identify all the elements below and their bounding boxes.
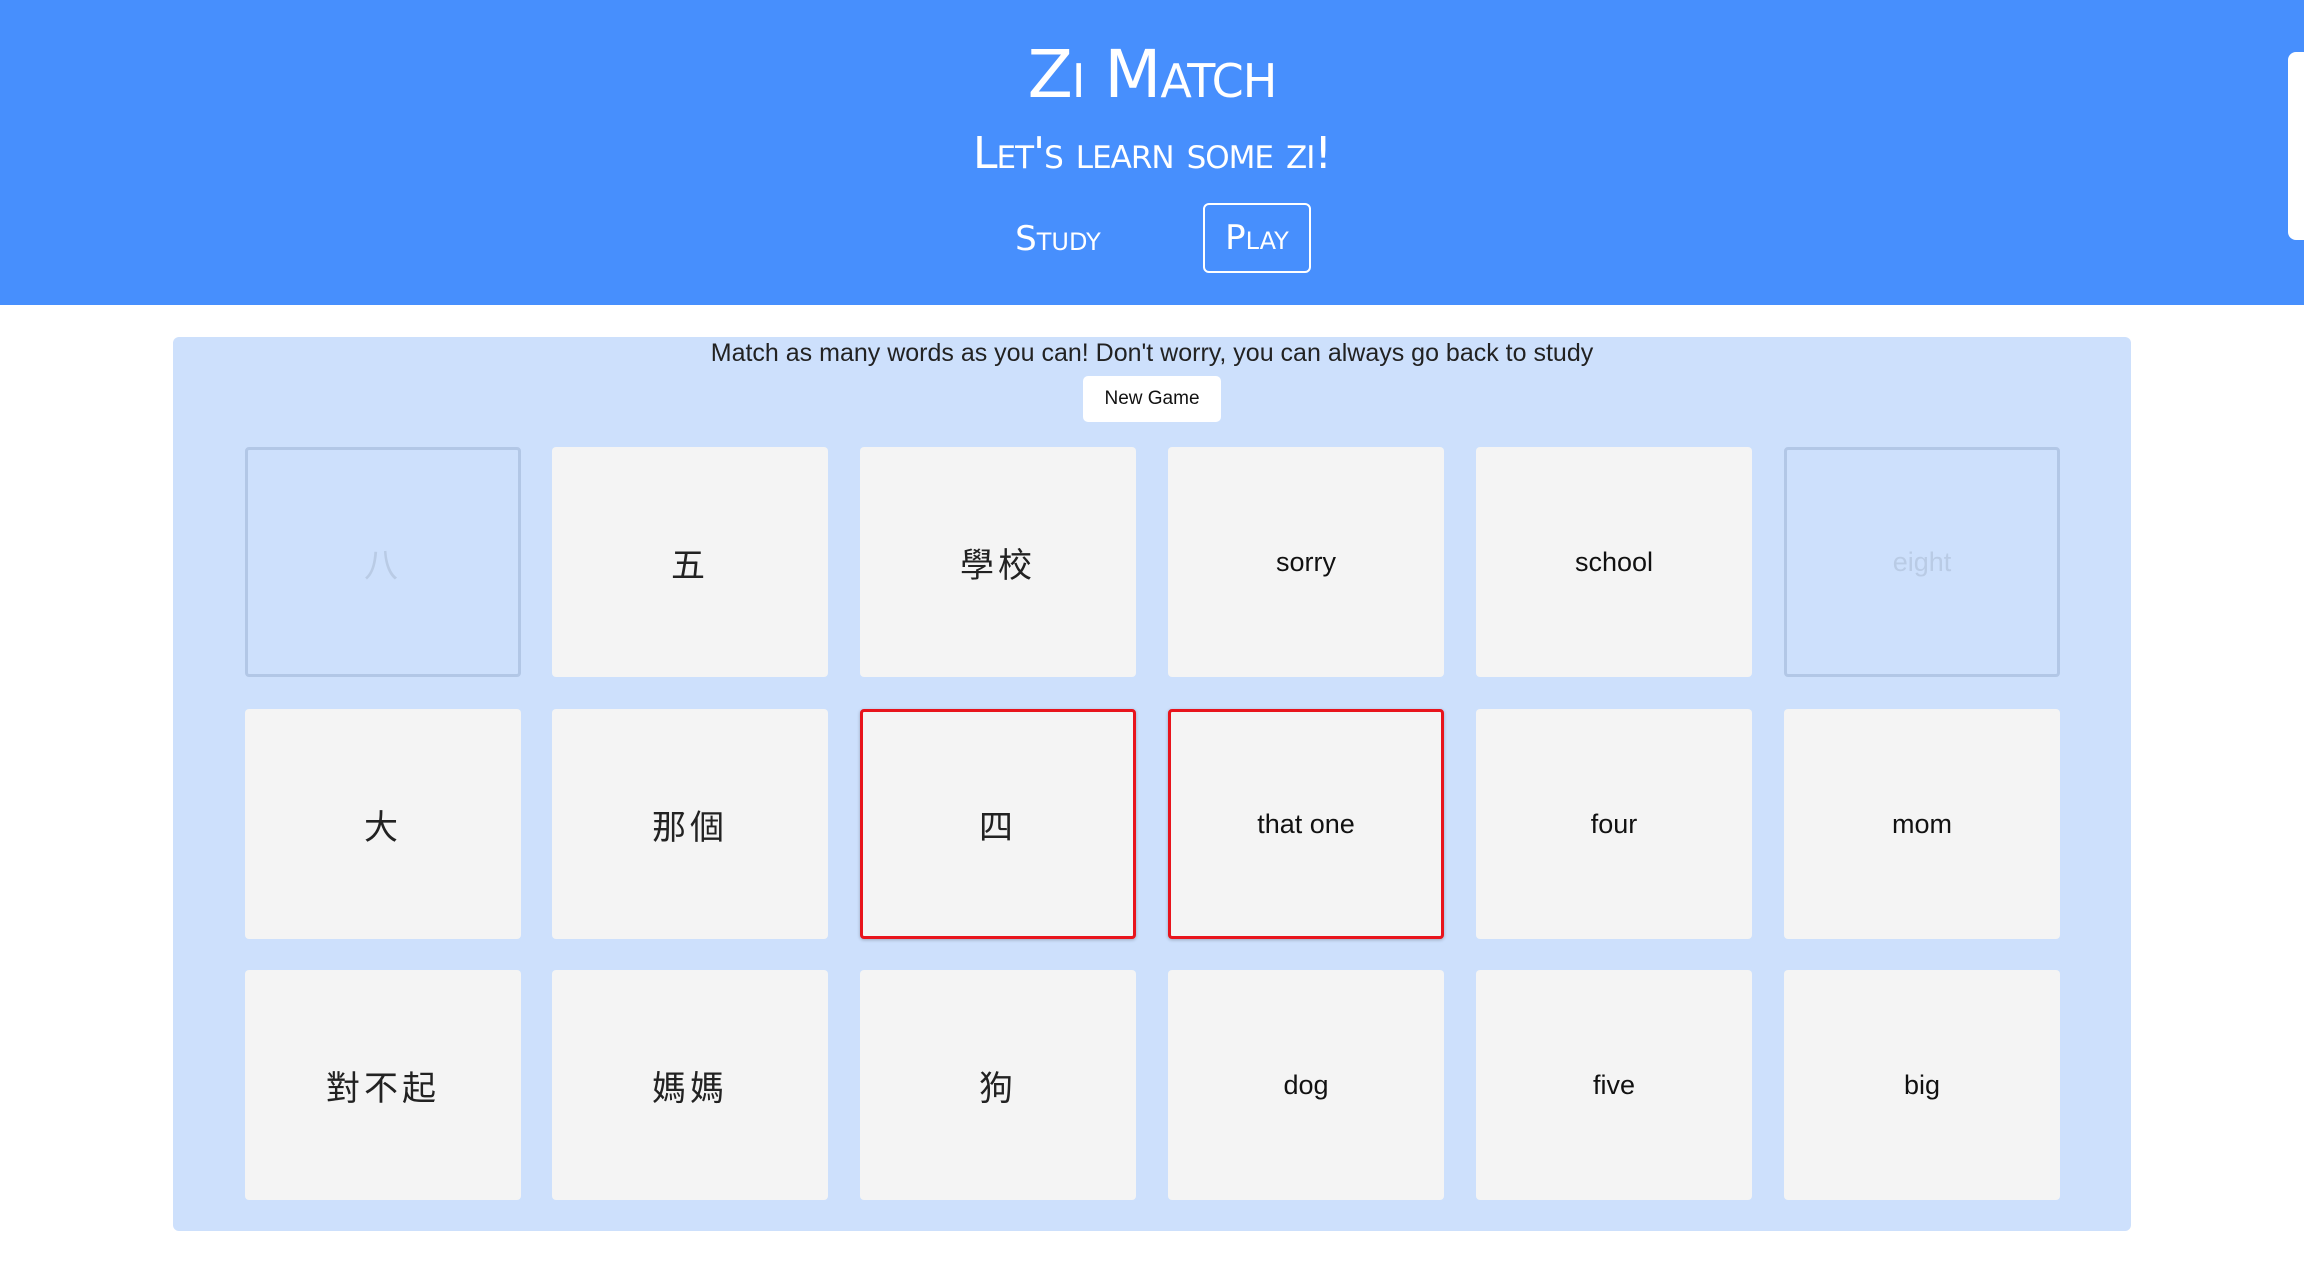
card-english[interactable]: big <box>1784 970 2060 1200</box>
card-english[interactable]: five <box>1476 970 1752 1200</box>
card-english[interactable]: sorry <box>1168 447 1444 677</box>
card-selected[interactable]: 四 <box>860 709 1136 939</box>
card-english[interactable]: dog <box>1168 970 1444 1200</box>
card-matched: 八 <box>245 447 521 677</box>
app-header: Zi Match Let's learn some zi! Study Play <box>0 0 2304 305</box>
nav-study-link[interactable]: Study <box>1000 206 1116 272</box>
card-chinese[interactable]: 媽媽 <box>552 970 828 1200</box>
app-title: Zi Match <box>1027 36 1278 113</box>
app-subtitle: Let's learn some zi! <box>973 128 1332 179</box>
card-selected[interactable]: that one <box>1168 709 1444 939</box>
nav-play-button[interactable]: Play <box>1203 203 1311 273</box>
scrollbar-thumb[interactable] <box>2288 52 2304 240</box>
card-chinese[interactable]: 學校 <box>860 447 1136 677</box>
card-chinese[interactable]: 五 <box>552 447 828 677</box>
game-instructions: Match as many words as you can! Don't wo… <box>710 339 1594 367</box>
card-matched: eight <box>1784 447 2060 677</box>
card-english[interactable]: mom <box>1784 709 2060 939</box>
card-chinese[interactable]: 狗 <box>860 970 1136 1200</box>
card-chinese[interactable]: 那個 <box>552 709 828 939</box>
card-english[interactable]: four <box>1476 709 1752 939</box>
card-chinese[interactable]: 對不起 <box>245 970 521 1200</box>
card-chinese[interactable]: 大 <box>245 709 521 939</box>
new-game-button[interactable]: New Game <box>1083 376 1221 422</box>
card-english[interactable]: school <box>1476 447 1752 677</box>
